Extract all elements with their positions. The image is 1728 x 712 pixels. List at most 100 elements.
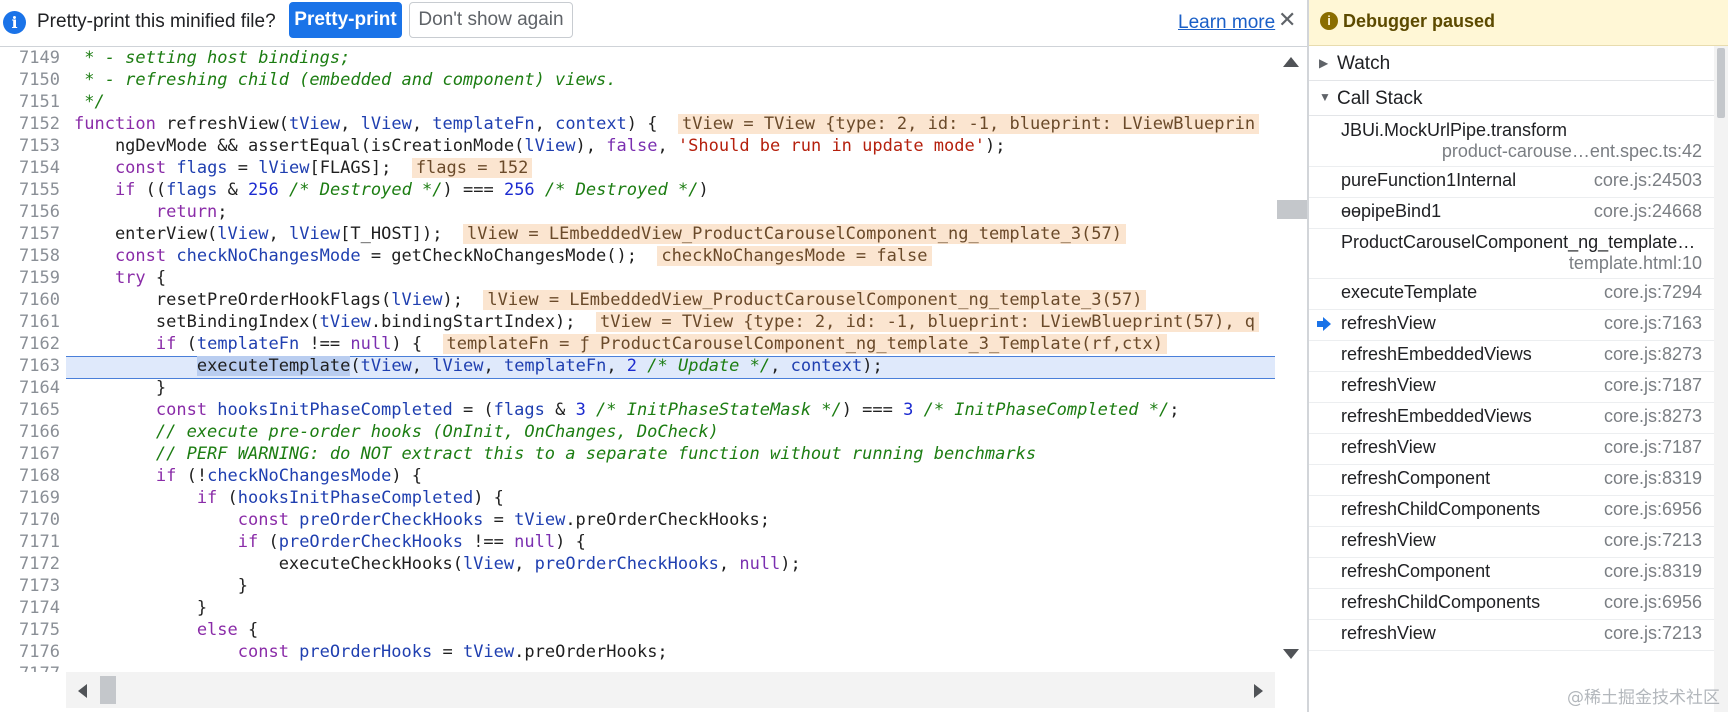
vertical-scroll-thumb[interactable] (1277, 200, 1307, 219)
call-frame-location-link[interactable]: product-carouse…ent.spec.ts:42 (1442, 141, 1702, 162)
code-token: templateFn (196, 334, 300, 354)
call-frame-name: JBUi.MockUrlPipe.transform (1341, 120, 1568, 140)
call-frame-location-link[interactable]: core.js:7187 (1604, 437, 1702, 458)
call-frame-location-link[interactable]: core.js:7213 (1604, 623, 1702, 644)
call-frame[interactable]: refreshChildComponents core.js:6956 (1309, 495, 1714, 527)
code-token: = ( (452, 400, 494, 420)
code-line: const flags = lView[FLAGS]; flags = 152 (74, 157, 533, 179)
line-number[interactable]: 7150 (0, 69, 60, 91)
code-token: /* Destroyed */ (278, 180, 443, 200)
code-token: // PERF WARNING: do NOT extract this to … (74, 444, 1037, 464)
line-number[interactable]: 7149 (0, 47, 60, 69)
line-number[interactable]: 7154 (0, 157, 60, 179)
call-frame[interactable]: JBUi.MockUrlPipe.transform product-carous… (1309, 116, 1714, 167)
pretty-print-button[interactable]: Pretty-print (289, 2, 402, 38)
line-number[interactable]: 7158 (0, 245, 60, 267)
call-frame[interactable]: executeTemplate core.js:7294 (1309, 278, 1714, 310)
code-editor[interactable]: 7149 7150 7151 7152 7153 7154 7155 7156 7157 7158… (0, 47, 1275, 672)
line-number[interactable]: 7159 (0, 267, 60, 289)
call-frame-name: refreshComponent (1341, 468, 1491, 488)
call-frame[interactable]: refreshChildComponents core.js:6956 (1309, 588, 1714, 620)
code-token: hooksInitPhaseCompleted (217, 400, 453, 420)
learn-more-link[interactable]: Learn more (1178, 12, 1275, 34)
code-token: checkNoChangesMode (207, 466, 392, 486)
call-frame-location-link[interactable]: core.js:24503 (1594, 170, 1702, 191)
code-token: , (657, 136, 678, 156)
dont-show-again-button[interactable]: Don't show again (409, 2, 573, 38)
editor-horizontal-scrollbar[interactable] (66, 672, 1275, 708)
call-frame-location-link[interactable]: core.js:24668 (1594, 201, 1702, 222)
code-token: .preOrderHooks; (514, 642, 668, 662)
call-frame[interactable]: refreshEmbeddedViews core.js:8273 (1309, 402, 1714, 434)
call-frame[interactable]: refreshView core.js:7187 (1309, 371, 1714, 403)
line-number[interactable]: 7175 (0, 619, 60, 641)
scroll-right-arrow-icon[interactable] (1254, 684, 1263, 698)
line-number[interactable]: 7160 (0, 289, 60, 311)
code-token: hooksInitPhaseCompleted (237, 488, 474, 508)
code-token: * - setting host bindings; (74, 48, 351, 68)
call-frame-location-link[interactable]: core.js:8319 (1604, 468, 1702, 489)
line-number[interactable]: 7153 (0, 135, 60, 157)
sidebar-scroll-thumb[interactable] (1717, 48, 1725, 118)
line-number-gutter[interactable]: 7149 7150 7151 7152 7153 7154 7155 7156 7157 7158… (0, 47, 66, 672)
line-number[interactable]: 7155 (0, 179, 60, 201)
call-frame-location-link[interactable]: core.js:7213 (1604, 530, 1702, 551)
line-number[interactable]: 7173 (0, 575, 60, 597)
call-frame-location-link[interactable]: core.js:6956 (1604, 592, 1702, 613)
horizontal-scroll-thumb[interactable] (100, 676, 116, 704)
call-frame[interactable]: refreshView core.js:7213 (1309, 619, 1714, 651)
call-frame-location-link[interactable]: core.js:6956 (1604, 499, 1702, 520)
sources-editor-pane: i Pretty-print this minified file? Prett… (0, 0, 1307, 712)
line-number[interactable]: 7165 (0, 399, 60, 421)
call-frame[interactable]: refreshView core.js:7187 (1309, 433, 1714, 465)
line-number[interactable]: 7164 (0, 377, 60, 399)
line-number[interactable]: 7166 (0, 421, 60, 443)
call-frame-location-link[interactable]: core.js:8273 (1604, 344, 1702, 365)
line-number[interactable]: 7177 (0, 663, 60, 672)
call-frame[interactable]: refreshEmbeddedViews core.js:8273 (1309, 340, 1714, 372)
line-number[interactable]: 7152 (0, 113, 60, 135)
line-number[interactable]: 7174 (0, 597, 60, 619)
code-token: // execute pre-order hooks (OnInit, OnCh… (74, 422, 719, 442)
editor-vertical-scrollbar[interactable] (1277, 47, 1307, 667)
line-number[interactable]: 7167 (0, 443, 60, 465)
call-frame[interactable]: refreshComponent core.js:8319 (1309, 557, 1714, 589)
call-stack-section-header[interactable]: ▼ Call Stack (1309, 81, 1728, 116)
code-area[interactable]: * - setting host bindings; * - refreshin… (66, 47, 1275, 672)
call-frame[interactable]: ProductCarouselComponent_ng_template… tem… (1309, 228, 1714, 279)
scroll-up-arrow-icon[interactable] (1283, 57, 1299, 67)
line-number[interactable]: 7163 (0, 355, 60, 377)
line-number[interactable]: 7151 (0, 91, 60, 113)
call-frame[interactable]: ɵɵpipeBind1 core.js:24668 (1309, 197, 1714, 229)
line-number[interactable]: 7168 (0, 465, 60, 487)
line-number[interactable]: 7161 (0, 311, 60, 333)
scroll-down-arrow-icon[interactable] (1283, 649, 1299, 659)
code-token: ( (186, 334, 197, 354)
call-frame[interactable]: refreshView core.js:7163 (1309, 309, 1714, 341)
sidebar-vertical-scrollbar[interactable] (1714, 46, 1728, 712)
line-number[interactable]: 7162 (0, 333, 60, 355)
call-frame-location-link[interactable]: core.js:8319 (1604, 561, 1702, 582)
code-token: const (74, 400, 218, 420)
line-number[interactable]: 7170 (0, 509, 60, 531)
call-frame[interactable]: pureFunction1Internal core.js:24503 (1309, 166, 1714, 198)
line-number[interactable]: 7171 (0, 531, 60, 553)
call-frame-location-link[interactable]: core.js:7187 (1604, 375, 1702, 396)
call-frame-name: refreshView (1341, 530, 1436, 550)
code-token: lView (288, 224, 341, 244)
line-number[interactable]: 7176 (0, 641, 60, 663)
line-number[interactable]: 7172 (0, 553, 60, 575)
call-frame-location-link[interactable]: core.js:8273 (1604, 406, 1702, 427)
call-frame[interactable]: refreshComponent core.js:8319 (1309, 464, 1714, 496)
close-icon[interactable]: ✕ (1278, 7, 1296, 33)
line-number[interactable]: 7169 (0, 487, 60, 509)
call-frame-location-link[interactable]: core.js:7163 (1604, 313, 1702, 334)
call-frame-location-link[interactable]: template.html:10 (1569, 253, 1702, 274)
line-number[interactable]: 7157 (0, 223, 60, 245)
code-token: , (514, 554, 535, 574)
call-frame-location-link[interactable]: core.js:7294 (1604, 282, 1702, 303)
scroll-left-arrow-icon[interactable] (78, 684, 87, 698)
call-frame[interactable]: refreshView core.js:7213 (1309, 526, 1714, 558)
line-number[interactable]: 7156 (0, 201, 60, 223)
watch-section-header[interactable]: ▶ Watch (1309, 46, 1728, 81)
